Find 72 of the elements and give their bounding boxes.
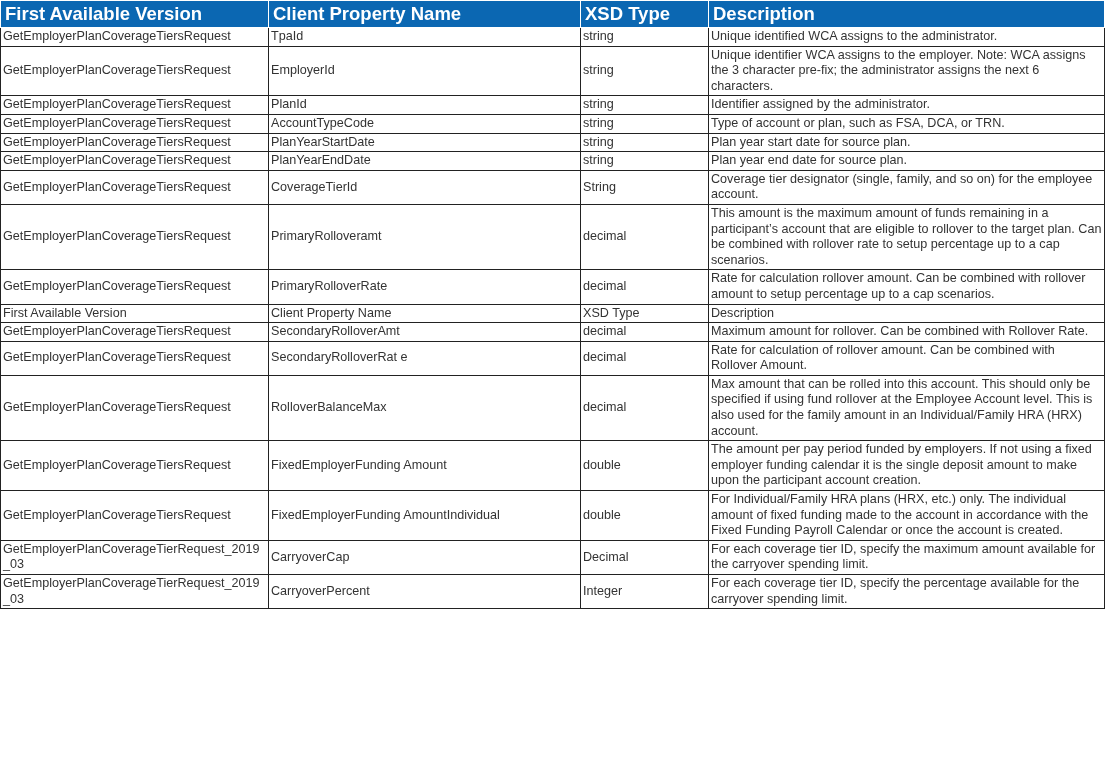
column-header: XSD Type xyxy=(580,0,709,28)
table-cell: XSD Type xyxy=(580,304,709,323)
table-cell: GetEmployerPlanCoverageTiersRequest xyxy=(0,440,269,491)
column-header: Description xyxy=(708,0,1105,28)
table-cell: Unique identifier WCA assigns to the employer. Note: WCA assigns the 3 character pre-fix; the administrator assigns the next 6 characters. xyxy=(708,46,1105,96)
table-cell: FixedEmployerFunding AmountIndividual xyxy=(268,490,581,541)
table-cell: GetEmployerPlanCoverageTiersRequest xyxy=(0,133,269,152)
table-cell: string xyxy=(580,133,709,152)
table-cell: decimal xyxy=(580,204,709,270)
table-cell: Type of account or plan, such as FSA, DCA, or TRN. xyxy=(708,114,1105,134)
table-cell: string xyxy=(580,46,709,96)
table-cell: For Individual/Family HRA plans (HRX, etc.) only. The individual amount of fixed funding made to the account in accordance with the Fixed Funding Payroll Calendar or once the account is created. xyxy=(708,490,1105,541)
table-cell: PlanYearStartDate xyxy=(268,133,581,152)
table-cell: CarryoverCap xyxy=(268,540,581,575)
table-cell: Integer xyxy=(580,574,709,609)
table-cell: This amount is the maximum amount of funds remaining in a participant’s account that are eligible to rollover to the target plan. Can be combined with rollover rate to setup percentage up to a cap scenarios. xyxy=(708,204,1105,270)
table-cell: TpaId xyxy=(268,27,581,47)
table-cell: GetEmployerPlanCoverageTiersRequest xyxy=(0,46,269,96)
table-cell: First Available Version xyxy=(0,304,269,323)
table-cell: Rate for calculation rollover amount. Can be combined with rollover amount to setup percentage up to a cap scenarios. xyxy=(708,269,1105,304)
table-cell: GetEmployerPlanCoverageTierRequest_2019_03 xyxy=(0,574,269,609)
table-cell: PrimaryRolloveramt xyxy=(268,204,581,270)
table-cell: GetEmployerPlanCoverageTiersRequest xyxy=(0,341,269,376)
table-cell: For each coverage tier ID, specify the maximum amount available for the carryover spending limit. xyxy=(708,540,1105,575)
table-cell: PlanId xyxy=(268,95,581,115)
table-cell: double xyxy=(580,440,709,491)
table-cell: SecondaryRolloverAmt xyxy=(268,322,581,342)
table-cell: AccountTypeCode xyxy=(268,114,581,134)
table-cell: CoverageTierId xyxy=(268,170,581,205)
table-cell: GetEmployerPlanCoverageTiersRequest xyxy=(0,151,269,171)
table-cell: decimal xyxy=(580,269,709,304)
table-cell: string xyxy=(580,151,709,171)
table-cell: Description xyxy=(708,304,1105,323)
table-cell: GetEmployerPlanCoverageTiersRequest xyxy=(0,170,269,205)
table-cell: string xyxy=(580,95,709,115)
table-cell: Max amount that can be rolled into this account. This should only be specified if using fund rollover at the Employee Account level. This is also used for the family amount in an Individual/Family HRA (HRX) account. xyxy=(708,375,1105,441)
table-cell: Rate for calculation of rollover amount. Can be combined with Rollover Amount. xyxy=(708,341,1105,376)
table-cell: GetEmployerPlanCoverageTiersRequest xyxy=(0,27,269,47)
table-cell: Plan year end date for source plan. xyxy=(708,151,1105,171)
table-cell: GetEmployerPlanCoverageTiersRequest xyxy=(0,269,269,304)
table-cell: EmployerId xyxy=(268,46,581,96)
table-cell: FixedEmployerFunding Amount xyxy=(268,440,581,491)
table-cell: CarryoverPercent xyxy=(268,574,581,609)
table-cell: GetEmployerPlanCoverageTiersRequest xyxy=(0,204,269,270)
table-cell: GetEmployerPlanCoverageTiersRequest xyxy=(0,322,269,342)
table-cell: Coverage tier designator (single, family, and so on) for the employee account. xyxy=(708,170,1105,205)
table-cell: PrimaryRolloverRate xyxy=(268,269,581,304)
table-cell: GetEmployerPlanCoverageTiersRequest xyxy=(0,490,269,541)
table-cell: GetEmployerPlanCoverageTiersRequest xyxy=(0,114,269,134)
table-cell: Decimal xyxy=(580,540,709,575)
table-cell: Client Property Name xyxy=(268,304,581,323)
column-header: Client Property Name xyxy=(268,0,581,28)
table-cell: decimal xyxy=(580,341,709,376)
table-cell: PlanYearEndDate xyxy=(268,151,581,171)
table-cell: Identifier assigned by the administrator. xyxy=(708,95,1105,115)
table-cell: Unique identified WCA assigns to the administrator. xyxy=(708,27,1105,47)
table-cell: SecondaryRolloverRat e xyxy=(268,341,581,376)
table-cell: string xyxy=(580,114,709,134)
column-header: First Available Version xyxy=(0,0,269,28)
table-cell: Plan year start date for source plan. xyxy=(708,133,1105,152)
table-cell: String xyxy=(580,170,709,205)
table-cell: string xyxy=(580,27,709,47)
table-cell: The amount per pay period funded by employers. If not using a fixed employer funding calendar it is the single deposit amount to make upon the participant account creation. xyxy=(708,440,1105,491)
table-cell: double xyxy=(580,490,709,541)
table-cell: decimal xyxy=(580,375,709,441)
table-cell: RolloverBalanceMax xyxy=(268,375,581,441)
table-cell: GetEmployerPlanCoverageTiersRequest xyxy=(0,95,269,115)
table-cell: GetEmployerPlanCoverageTiersRequest xyxy=(0,375,269,441)
table-cell: decimal xyxy=(580,322,709,342)
table-cell: For each coverage tier ID, specify the percentage available for the carryover spending limit. xyxy=(708,574,1105,609)
table-cell: GetEmployerPlanCoverageTierRequest_2019_03 xyxy=(0,540,269,575)
table-cell: Maximum amount for rollover. Can be combined with Rollover Rate. xyxy=(708,322,1105,342)
